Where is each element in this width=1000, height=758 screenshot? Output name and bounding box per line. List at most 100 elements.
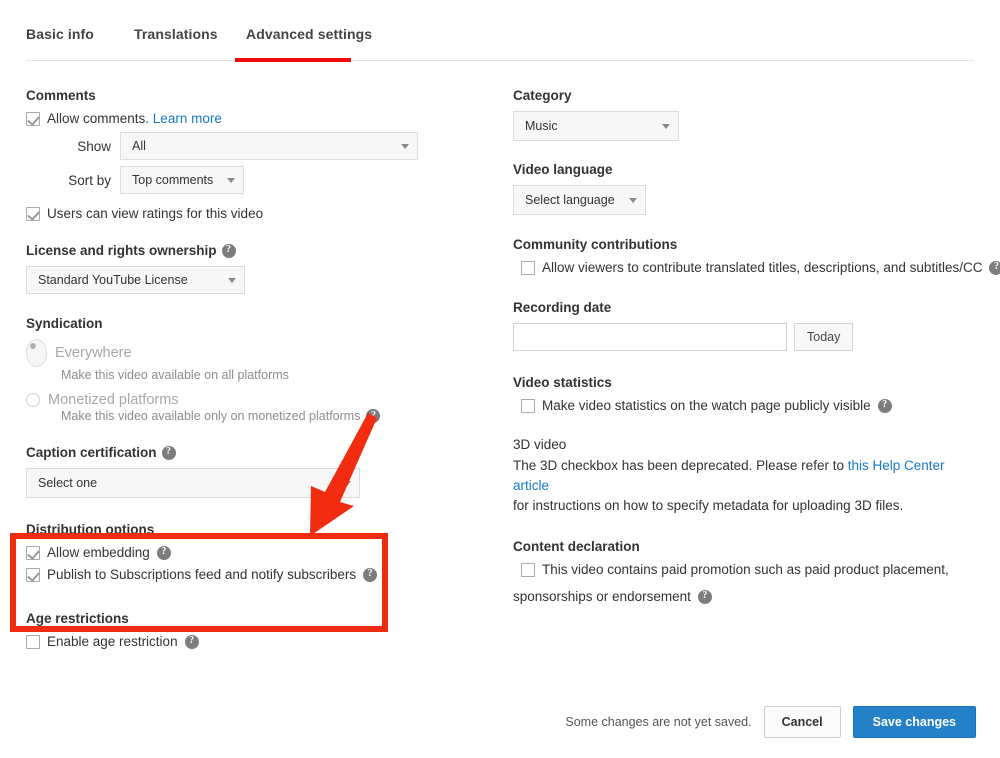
learn-more-link[interactable]: Learn more bbox=[153, 111, 222, 126]
distribution-options-title: Distribution options bbox=[26, 522, 466, 537]
publish-subscriptions-label: Publish to Subscriptions feed and notify… bbox=[47, 567, 356, 582]
syndication-option-monetized[interactable]: Monetized platforms Make this video avai… bbox=[26, 392, 466, 423]
community-contributions-label: Allow viewers to contribute translated t… bbox=[542, 260, 982, 275]
video-statistics-section: Video statistics Make video statistics o… bbox=[513, 375, 983, 413]
syndication-section: Syndication Everywhere Make this video a… bbox=[26, 316, 466, 423]
category-section: Category Music bbox=[513, 88, 983, 141]
community-contributions-section: Community contributions Allow viewers to… bbox=[513, 237, 983, 275]
chevron-down-icon bbox=[401, 144, 409, 149]
community-contributions-row[interactable]: Allow viewers to contribute translated t… bbox=[521, 260, 983, 275]
help-icon[interactable]: ? bbox=[698, 590, 712, 604]
help-icon[interactable]: ? bbox=[989, 261, 1000, 275]
monetized-label: Monetized platforms bbox=[48, 392, 179, 408]
video-3d-title: 3D video bbox=[513, 437, 983, 452]
active-tab-underline bbox=[235, 58, 351, 62]
license-section: License and rights ownership ? Standard … bbox=[26, 243, 466, 294]
content-declaration-row[interactable]: This video contains paid promotion such … bbox=[521, 562, 983, 577]
help-icon[interactable]: ? bbox=[185, 635, 199, 649]
monetized-description-text: Make this video available only on moneti… bbox=[61, 409, 360, 423]
caption-certification-title: Caption certification ? bbox=[26, 445, 466, 460]
enable-age-restriction-checkbox[interactable] bbox=[26, 635, 40, 649]
age-restrictions-section: Age restrictions Enable age restriction … bbox=[26, 611, 466, 649]
sort-by-select[interactable]: Top comments bbox=[120, 166, 244, 194]
advanced-settings-page: Basic info Translations Advanced setting… bbox=[0, 0, 1000, 758]
publish-subscriptions-checkbox[interactable] bbox=[26, 568, 40, 582]
chevron-down-icon bbox=[228, 278, 236, 283]
sort-by-label: Sort by bbox=[26, 173, 111, 188]
content-declaration-label-line2: sponsorships or endorsement bbox=[513, 589, 691, 604]
video-statistics-label: Make video statistics on the watch page … bbox=[542, 398, 871, 413]
distribution-options-section: Distribution options Allow embedding ? P… bbox=[26, 522, 466, 582]
everywhere-description: Make this video available on all platfor… bbox=[61, 368, 466, 382]
video-3d-text-after: for instructions on how to specify metad… bbox=[513, 498, 903, 513]
comments-title: Comments bbox=[26, 88, 466, 103]
show-label: Show bbox=[26, 139, 111, 154]
license-title-text: License and rights ownership bbox=[26, 243, 217, 258]
caption-certification-select[interactable]: Select one bbox=[26, 468, 360, 498]
community-contributions-checkbox[interactable] bbox=[521, 261, 535, 275]
tab-advanced-settings[interactable]: Advanced settings bbox=[246, 26, 366, 42]
recording-date-input[interactable] bbox=[513, 323, 787, 351]
syndication-option-everywhere[interactable]: Everywhere Make this video available on … bbox=[26, 339, 466, 382]
right-column: Category Music Video language Select lan… bbox=[513, 88, 983, 607]
syndication-title: Syndication bbox=[26, 316, 466, 331]
allow-embedding-checkbox[interactable] bbox=[26, 546, 40, 560]
help-icon[interactable]: ? bbox=[878, 399, 892, 413]
unsaved-changes-message: Some changes are not yet saved. bbox=[565, 715, 751, 729]
cancel-button[interactable]: Cancel bbox=[764, 706, 841, 738]
caption-certification-section: Caption certification ? Select one bbox=[26, 445, 466, 498]
category-select[interactable]: Music bbox=[513, 111, 679, 141]
enable-age-restriction-label: Enable age restriction bbox=[47, 634, 178, 649]
chevron-down-icon bbox=[343, 481, 351, 486]
license-select-value: Standard YouTube License bbox=[38, 273, 188, 287]
enable-age-restriction-row[interactable]: Enable age restriction ? bbox=[26, 634, 466, 649]
allow-comments-checkbox[interactable] bbox=[26, 112, 40, 126]
help-icon[interactable]: ? bbox=[363, 568, 377, 582]
content-declaration-section: Content declaration This video contains … bbox=[513, 539, 983, 604]
chevron-down-icon bbox=[227, 178, 235, 183]
help-icon[interactable]: ? bbox=[162, 446, 176, 460]
help-icon[interactable]: ? bbox=[366, 409, 380, 423]
view-ratings-row[interactable]: Users can view ratings for this video bbox=[26, 206, 466, 221]
chevron-down-icon bbox=[662, 124, 670, 129]
publish-subscriptions-row[interactable]: Publish to Subscriptions feed and notify… bbox=[26, 567, 466, 582]
view-ratings-label: Users can view ratings for this video bbox=[47, 206, 263, 221]
monetized-radio[interactable] bbox=[26, 393, 40, 407]
age-restrictions-title: Age restrictions bbox=[26, 611, 466, 626]
license-select[interactable]: Standard YouTube License bbox=[26, 266, 245, 294]
license-title: License and rights ownership ? bbox=[26, 243, 466, 258]
footer-actions: Some changes are not yet saved. Cancel S… bbox=[565, 706, 976, 738]
video-statistics-checkbox[interactable] bbox=[521, 399, 535, 413]
content-declaration-label-line1: This video contains paid promotion such … bbox=[542, 562, 949, 577]
help-icon[interactable]: ? bbox=[157, 546, 171, 560]
save-changes-button[interactable]: Save changes bbox=[853, 706, 976, 738]
caption-certification-title-text: Caption certification bbox=[26, 445, 157, 460]
everywhere-radio[interactable] bbox=[26, 339, 47, 367]
category-title: Category bbox=[513, 88, 983, 103]
help-icon[interactable]: ? bbox=[222, 244, 236, 258]
category-select-value: Music bbox=[525, 119, 558, 133]
allow-embedding-row[interactable]: Allow embedding ? bbox=[26, 545, 466, 560]
content-declaration-title: Content declaration bbox=[513, 539, 983, 554]
view-ratings-checkbox[interactable] bbox=[26, 207, 40, 221]
video-3d-description: The 3D checkbox has been deprecated. Ple… bbox=[513, 456, 983, 516]
sort-by-select-value: Top comments bbox=[132, 173, 213, 187]
show-select[interactable]: All bbox=[120, 132, 418, 160]
content-declaration-checkbox[interactable] bbox=[521, 563, 535, 577]
today-button[interactable]: Today bbox=[794, 323, 853, 351]
community-contributions-title: Community contributions bbox=[513, 237, 983, 252]
video-language-title: Video language bbox=[513, 162, 983, 177]
video-language-select[interactable]: Select language bbox=[513, 185, 646, 215]
everywhere-label: Everywhere bbox=[55, 345, 132, 361]
tab-list: Basic info Translations Advanced setting… bbox=[26, 26, 366, 42]
tab-basic-info[interactable]: Basic info bbox=[26, 26, 134, 42]
video-statistics-row[interactable]: Make video statistics on the watch page … bbox=[521, 398, 983, 413]
left-column: Comments Allow comments. Learn more Show… bbox=[26, 88, 466, 652]
video-3d-section: 3D video The 3D checkbox has been deprec… bbox=[513, 437, 983, 516]
show-row: Show All bbox=[26, 132, 466, 160]
allow-comments-row[interactable]: Allow comments. Learn more bbox=[26, 111, 466, 126]
tab-translations[interactable]: Translations bbox=[134, 26, 246, 42]
allow-comments-label: Allow comments. Learn more bbox=[47, 111, 222, 126]
video-language-select-value: Select language bbox=[525, 193, 615, 207]
comments-section: Comments Allow comments. Learn more Show… bbox=[26, 88, 466, 221]
